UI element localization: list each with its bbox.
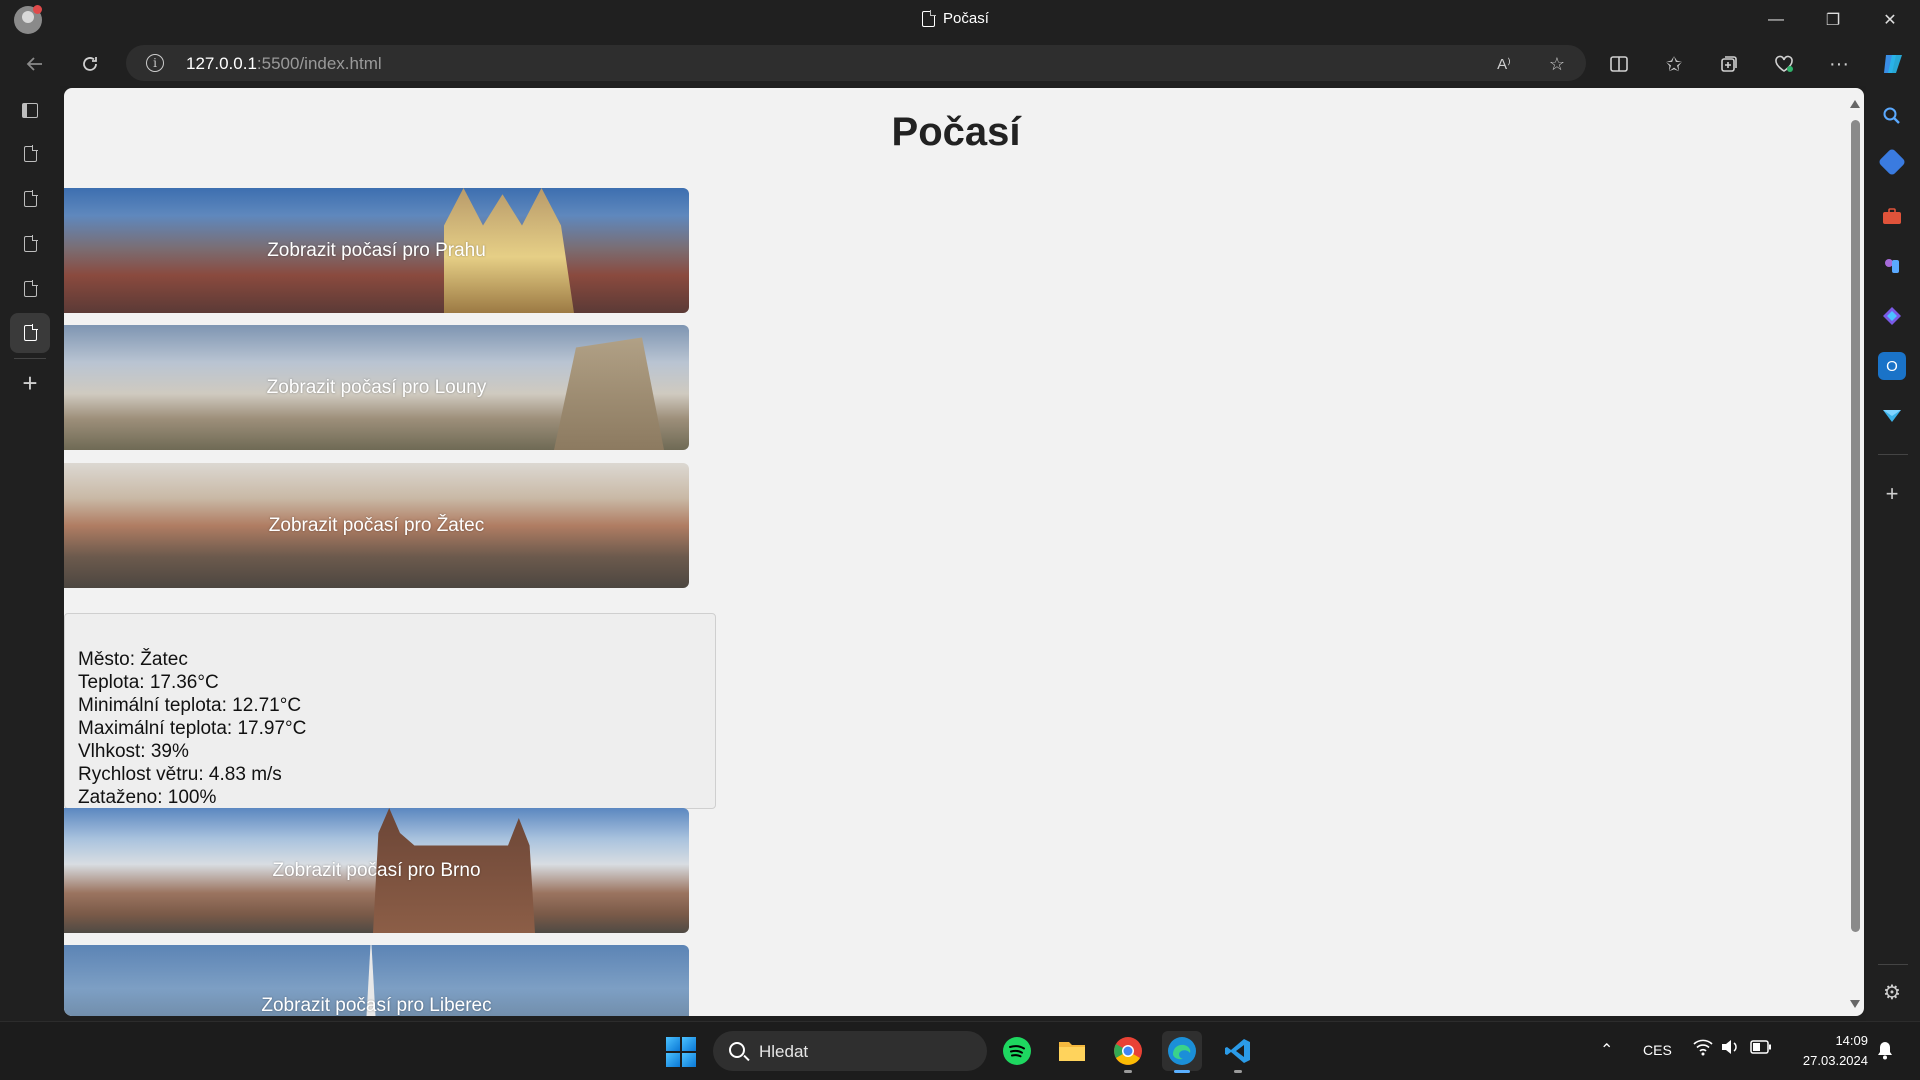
new-tab-button[interactable]: +: [10, 363, 50, 403]
shopping-tag-icon[interactable]: [1877, 147, 1907, 177]
taskbar-search-placeholder: Hledat: [759, 1042, 809, 1061]
city-button-praha[interactable]: Zobrazit počasí pro Prahu: [64, 188, 689, 313]
weather-wind-speed: Rychlost větru: 4.83 m/s: [78, 764, 282, 785]
battery-icon[interactable]: [1750, 1040, 1772, 1057]
tab-actions-icon[interactable]: [10, 90, 50, 130]
page-icon: [23, 280, 38, 297]
site-info-icon[interactable]: i: [146, 54, 164, 72]
navigation-bar: i 127.0.0.1:5500/index.html A⁾ ☆ ✩ ···: [0, 40, 1920, 86]
vertical-tab-active[interactable]: [10, 313, 50, 353]
windows-taskbar: Hledat ⌃ CES 14:09 27.03.2024: [0, 1021, 1920, 1080]
more-options-icon[interactable]: ···: [1824, 49, 1854, 79]
chrome-icon[interactable]: [1108, 1031, 1148, 1073]
weather-info-panel: Město: Žatec Teplota: 17.36°C Minimální …: [64, 613, 716, 809]
clock-date: 27.03.2024: [1802, 1053, 1868, 1068]
city-button-brno[interactable]: Zobrazit počasí pro Brno: [64, 808, 689, 933]
plus-icon: +: [22, 368, 38, 398]
settings-gear-icon[interactable]: ⚙: [1878, 978, 1906, 1006]
read-aloud-icon[interactable]: A⁾: [1492, 52, 1516, 76]
window-title: Počasí: [922, 9, 989, 27]
page-icon: [23, 145, 38, 162]
clock-time: 14:09: [1835, 1033, 1868, 1048]
weather-temperature: Teplota: 17.36°C: [78, 672, 219, 693]
address-bar[interactable]: i 127.0.0.1:5500/index.html A⁾ ☆: [126, 45, 1586, 81]
vertical-tab-1[interactable]: [10, 134, 50, 174]
running-indicator: [1234, 1070, 1242, 1073]
vscode-icon[interactable]: [1218, 1031, 1258, 1073]
search-icon: [729, 1042, 745, 1058]
collections-icon[interactable]: [1714, 49, 1744, 79]
url-text[interactable]: 127.0.0.1:5500/index.html: [186, 54, 382, 74]
city-button-zatec[interactable]: Zobrazit počasí pro Žatec: [64, 463, 689, 588]
window-title-text: Počasí: [943, 10, 989, 27]
windows-start-icon[interactable]: [666, 1037, 696, 1067]
add-sidebar-app-icon[interactable]: +: [1878, 480, 1906, 508]
city-button-louny[interactable]: Zobrazit počasí pro Louny: [64, 325, 689, 450]
minimize-button[interactable]: —: [1748, 0, 1804, 40]
running-indicator: [1174, 1070, 1190, 1073]
file-explorer-icon[interactable]: [1052, 1031, 1092, 1071]
louny-gate-image: [554, 337, 664, 450]
edge-icon[interactable]: [1162, 1031, 1202, 1073]
notification-bell-icon[interactable]: [1876, 1040, 1894, 1063]
weather-temp-max: Maximální teplota: 17.97°C: [78, 718, 307, 739]
taskbar-search[interactable]: Hledat: [713, 1031, 987, 1071]
vertical-tabs-sidebar: +: [0, 86, 60, 1021]
title-bar: Počasí — ❐ ✕: [0, 0, 1920, 40]
search-icon[interactable]: [1878, 102, 1906, 130]
tools-icon[interactable]: [1878, 202, 1906, 230]
spotify-icon[interactable]: [997, 1031, 1037, 1071]
favorites-icon[interactable]: ✩: [1659, 49, 1689, 79]
page-title: Počasí: [891, 110, 1021, 154]
weather-humidity: Vlhkost: 39%: [78, 741, 189, 762]
send-icon[interactable]: [1878, 402, 1906, 430]
wifi-icon[interactable]: [1692, 1038, 1714, 1059]
city-button-label: Zobrazit počasí pro Brno: [272, 859, 481, 881]
browser-essentials-icon[interactable]: [1769, 49, 1799, 79]
vertical-tab-2[interactable]: [10, 179, 50, 219]
favorite-star-icon[interactable]: ☆: [1545, 52, 1569, 76]
back-arrow-icon[interactable]: [20, 49, 50, 79]
edge-sidebar: O + ⚙: [1866, 86, 1920, 1021]
scrollbar-thumb[interactable]: [1851, 120, 1860, 932]
vertical-scrollbar[interactable]: [1848, 92, 1862, 1012]
page-icon: [23, 235, 38, 252]
weather-clouds: Zataženo: 100%: [78, 787, 217, 808]
page-icon: [23, 190, 38, 207]
copilot-app-icon[interactable]: [1878, 302, 1906, 330]
system-clock[interactable]: 14:09 27.03.2024: [1790, 1031, 1868, 1071]
input-language[interactable]: CES: [1643, 1042, 1672, 1058]
page-icon: [922, 9, 936, 27]
games-icon[interactable]: [1878, 252, 1906, 280]
volume-icon[interactable]: [1720, 1038, 1740, 1059]
divider: [14, 358, 46, 359]
copilot-icon[interactable]: [1878, 49, 1908, 79]
page-icon: [23, 324, 38, 341]
divider: [1878, 964, 1908, 965]
divider: [1878, 454, 1908, 455]
close-button[interactable]: ✕: [1862, 0, 1918, 40]
weather-city: Město: Žatec: [78, 649, 188, 670]
split-screen-icon[interactable]: [1604, 49, 1634, 79]
notification-dot: [33, 5, 42, 14]
scroll-up-arrow-icon[interactable]: [1850, 100, 1860, 108]
restore-button[interactable]: ❐: [1805, 0, 1861, 40]
running-indicator: [1124, 1070, 1132, 1073]
vertical-tab-4[interactable]: [10, 269, 50, 309]
outlook-icon[interactable]: O: [1878, 352, 1906, 380]
scroll-down-arrow-icon[interactable]: [1850, 1000, 1860, 1008]
city-button-liberec[interactable]: Zobrazit počasí pro Liberec: [64, 945, 689, 1016]
city-button-label: Zobrazit počasí pro Žatec: [268, 514, 485, 536]
city-button-label: Zobrazit počasí pro Liberec: [261, 995, 492, 1016]
city-button-label: Zobrazit počasí pro Prahu: [267, 239, 486, 261]
weather-temp-min: Minimální teplota: 12.71°C: [78, 695, 302, 716]
refresh-icon[interactable]: [75, 49, 105, 79]
tray-chevron-up-icon[interactable]: ⌃: [1600, 1040, 1613, 1060]
page-viewport: Počasí Zobrazit počasí pro Prahu Zobrazi…: [64, 88, 1864, 1016]
vertical-tab-3[interactable]: [10, 224, 50, 264]
city-button-label: Zobrazit počasí pro Louny: [266, 376, 487, 398]
